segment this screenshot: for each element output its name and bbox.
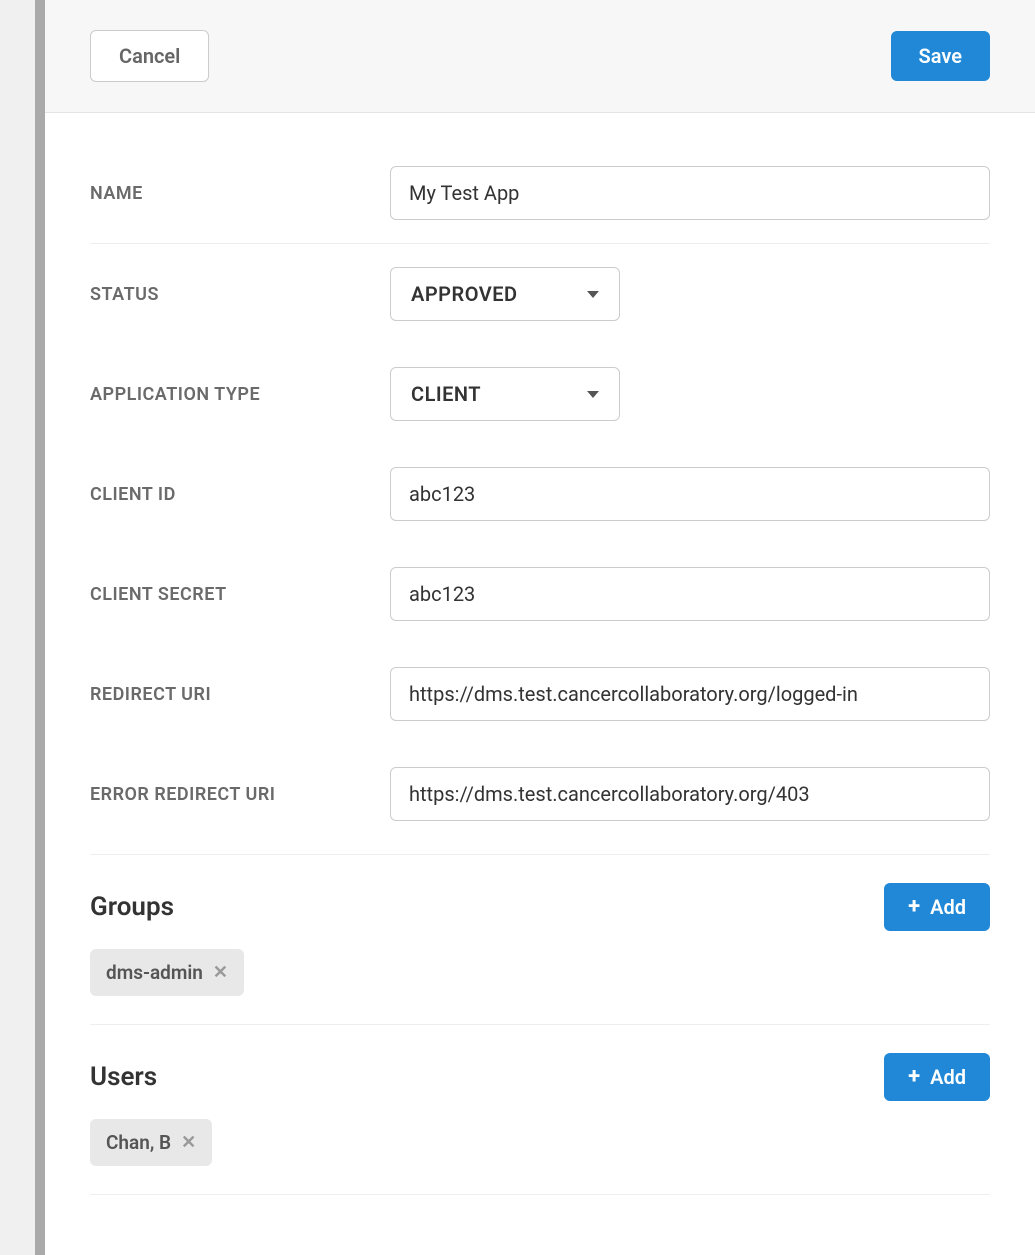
field-clientsecret-label: CLIENT SECRET (90, 584, 390, 605)
user-tag-label: Chan, B (106, 1131, 171, 1154)
close-icon[interactable]: ✕ (181, 1134, 196, 1152)
users-section-header: Users + Add (90, 1025, 990, 1101)
plus-icon: + (908, 1066, 920, 1088)
chevron-down-icon (587, 391, 599, 398)
status-select[interactable]: APPROVED (390, 267, 620, 321)
add-group-label: Add (930, 895, 966, 919)
form-content: NAME STATUS APPROVED APPLICATION TYPE (45, 113, 1035, 1255)
save-button[interactable]: Save (891, 31, 990, 81)
field-status-row: STATUS APPROVED (90, 244, 990, 344)
name-input[interactable] (390, 166, 990, 220)
plus-icon: + (908, 896, 920, 918)
field-errorredirecturi-row: ERROR REDIRECT URI (90, 744, 990, 844)
error-redirect-uri-input[interactable] (390, 767, 990, 821)
groups-title: Groups (90, 892, 174, 922)
field-clientsecret-row: CLIENT SECRET (90, 544, 990, 644)
field-redirecturi-row: REDIRECT URI (90, 644, 990, 744)
field-name-row: NAME (90, 143, 990, 244)
form-header: Cancel Save (45, 0, 1035, 113)
field-apptype-label: APPLICATION TYPE (90, 384, 390, 405)
client-id-input[interactable] (390, 467, 990, 521)
redirect-uri-input[interactable] (390, 667, 990, 721)
users-tag-row: Chan, B ✕ (90, 1101, 990, 1195)
apptype-select[interactable]: CLIENT (390, 367, 620, 421)
close-icon[interactable]: ✕ (213, 964, 228, 982)
group-tag-label: dms-admin (106, 961, 203, 984)
main-panel: Cancel Save NAME STATUS APPROVED (45, 0, 1035, 1255)
chevron-down-icon (587, 291, 599, 298)
cancel-button[interactable]: Cancel (90, 30, 209, 82)
apptype-select-value: CLIENT (411, 382, 481, 406)
status-select-value: APPROVED (411, 282, 518, 306)
field-errorredirecturi-label: ERROR REDIRECT URI (90, 784, 390, 805)
field-redirecturi-label: REDIRECT URI (90, 684, 390, 705)
field-clientid-row: CLIENT ID (90, 444, 990, 544)
user-tag: Chan, B ✕ (90, 1119, 212, 1166)
left-sliver (0, 0, 35, 1255)
client-secret-input[interactable] (390, 567, 990, 621)
add-user-label: Add (930, 1065, 966, 1089)
users-title: Users (90, 1062, 157, 1092)
groups-section-header: Groups + Add (90, 855, 990, 931)
add-group-button[interactable]: + Add (884, 883, 990, 931)
field-apptype-row: APPLICATION TYPE CLIENT (90, 344, 990, 444)
group-tag: dms-admin ✕ (90, 949, 244, 996)
field-clientid-label: CLIENT ID (90, 484, 390, 505)
field-name-label: NAME (90, 183, 390, 204)
field-status-label: STATUS (90, 284, 390, 305)
panel-divider (35, 0, 45, 1255)
add-user-button[interactable]: + Add (884, 1053, 990, 1101)
groups-tag-row: dms-admin ✕ (90, 931, 990, 1025)
